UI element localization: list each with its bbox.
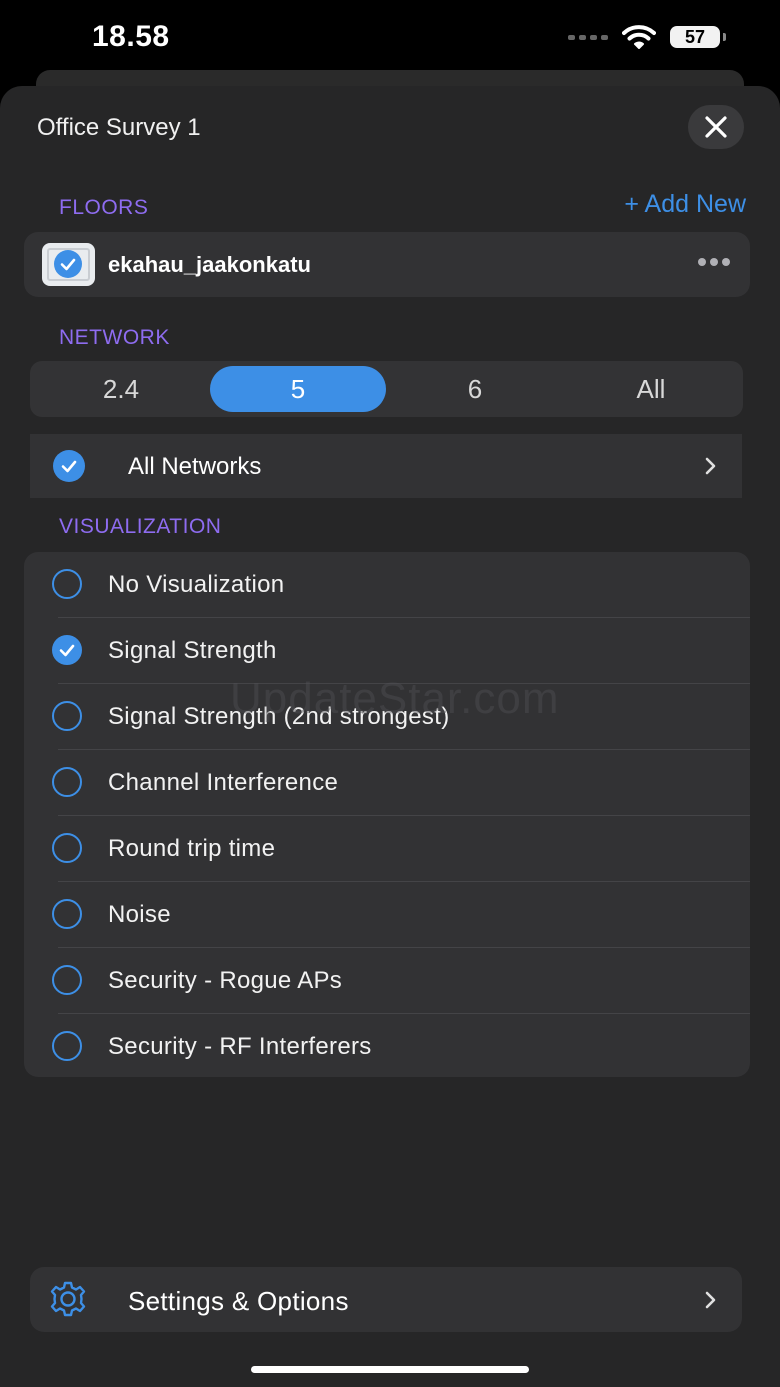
radio-unchecked-icon [52, 1031, 82, 1061]
watermark: UpdateStar.com [230, 674, 560, 723]
status-time: 18.58 [92, 20, 170, 53]
visualization-list: No Visualization Signal Strength Signal … [24, 552, 750, 1077]
wifi-icon [622, 25, 656, 49]
gear-icon [50, 1281, 86, 1317]
radio-checked-icon [52, 635, 82, 665]
status-bar: 18.58 57 [0, 0, 780, 80]
floors-section-label: FLOORS [59, 196, 149, 219]
floor-plan-thumbnail [42, 243, 95, 286]
viz-option-label: Channel Interference [108, 769, 339, 796]
network-section-label: NETWORK [59, 326, 170, 349]
radio-unchecked-icon [52, 965, 82, 995]
battery-icon: 57 [670, 26, 726, 48]
checkmark-icon [54, 250, 82, 278]
viz-option-security-rogue-aps[interactable]: Security - Rogue APs [24, 948, 750, 1014]
chevron-right-icon [705, 1291, 716, 1309]
add-new-floor-button[interactable]: + Add New [624, 190, 746, 219]
band-option-2-4[interactable]: 2.4 [33, 366, 209, 412]
survey-sheet: Office Survey 1 FLOORS + Add New ekahau_… [0, 86, 780, 1387]
viz-option-label: Signal Strength [108, 637, 277, 664]
close-button[interactable] [688, 105, 744, 149]
floor-name: ekahau_jaakonkatu [108, 252, 311, 277]
more-options-icon[interactable] [698, 258, 730, 266]
settings-label: Settings & Options [128, 1286, 349, 1316]
band-option-6[interactable]: 6 [387, 366, 563, 412]
radio-unchecked-icon [52, 701, 82, 731]
chevron-right-icon [705, 457, 716, 475]
band-option-all[interactable]: All [563, 366, 739, 412]
viz-option-channel-interference[interactable]: Channel Interference [24, 750, 750, 816]
radio-unchecked-icon [52, 833, 82, 863]
viz-option-label: Security - Rogue APs [108, 967, 343, 994]
all-networks-row[interactable]: All Networks [30, 434, 742, 498]
sheet-title: Office Survey 1 [37, 114, 201, 141]
viz-option-noise[interactable]: Noise [24, 882, 750, 948]
radio-unchecked-icon [52, 569, 82, 599]
status-icons: 57 [568, 24, 726, 50]
checkmark-icon [53, 450, 85, 482]
floor-item[interactable]: ekahau_jaakonkatu [24, 232, 750, 297]
settings-options-row[interactable]: Settings & Options [30, 1267, 742, 1332]
viz-option-label: Noise [108, 901, 171, 928]
close-icon [705, 116, 727, 138]
band-selector: 2.4 5 6 All [30, 361, 743, 417]
viz-option-round-trip-time[interactable]: Round trip time [24, 816, 750, 882]
radio-unchecked-icon [52, 767, 82, 797]
viz-option-label: Security - RF Interferers [108, 1033, 372, 1060]
all-networks-label: All Networks [128, 453, 262, 480]
cellular-signal-icon [568, 34, 608, 40]
viz-option-security-rf-interferers[interactable]: Security - RF Interferers [24, 1014, 750, 1077]
viz-option-no-visualization[interactable]: No Visualization [24, 552, 750, 618]
viz-option-label: No Visualization [108, 571, 285, 598]
home-indicator[interactable] [251, 1366, 529, 1373]
viz-option-label: Round trip time [108, 835, 276, 862]
radio-unchecked-icon [52, 899, 82, 929]
visualization-section-label: VISUALIZATION [59, 515, 222, 538]
band-option-5[interactable]: 5 [210, 366, 386, 412]
